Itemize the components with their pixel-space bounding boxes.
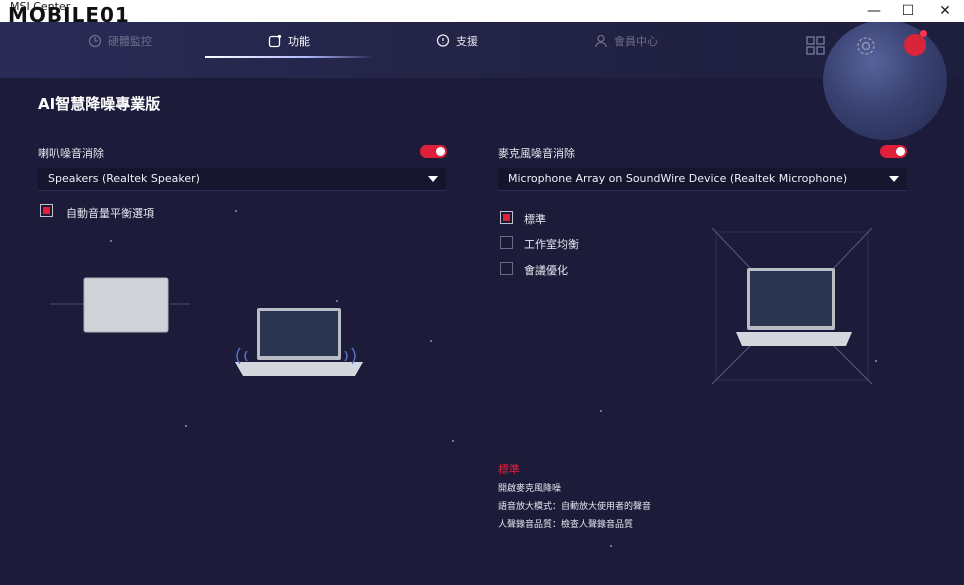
star [336, 300, 338, 302]
speaker-device-select[interactable]: Speakers (Realtek Speaker) [38, 168, 446, 191]
tab-label: 硬體監控 [108, 35, 152, 48]
chevron-down-icon [889, 176, 899, 182]
speaker-noise-toggle[interactable] [420, 145, 447, 158]
tab-label: 支援 [456, 35, 478, 48]
auto-volume-checkbox[interactable] [40, 204, 53, 217]
user-icon [595, 34, 607, 48]
title-bar: MSI Center MOBILE01 — ☐ ✕ [0, 0, 964, 27]
description-line: 語音放大模式：自動放大使用者的聲音 [498, 502, 652, 512]
watermark-logo: MOBILE01 [8, 3, 130, 27]
notification-dot [920, 30, 927, 37]
page-title: AI智慧降噪專業版 [38, 95, 161, 113]
speaker-noise-label: 喇叭噪音消除 [38, 147, 104, 160]
star [610, 545, 612, 547]
maximize-button[interactable]: ☐ [893, 0, 923, 22]
tab-hardware-monitor[interactable]: 硬體監控 [88, 30, 152, 52]
star [875, 360, 877, 362]
description-line: 人聲錄音品質：檢查人聲錄音品質 [498, 520, 634, 530]
mic-noise-label: 麥克風噪音消除 [498, 147, 575, 160]
star [452, 440, 454, 442]
star [235, 210, 237, 212]
active-tab-indicator [205, 56, 375, 58]
speaker-device-value: Speakers (Realtek Speaker) [48, 172, 200, 185]
mic-device-value: Microphone Array on SoundWire Device (Re… [508, 172, 848, 185]
auto-volume-label: 自動音量平衡選項 [66, 207, 154, 220]
star [430, 340, 432, 342]
close-button[interactable]: ✕ [930, 0, 960, 22]
tab-label: 會員中心 [614, 35, 658, 48]
chat-icon [436, 34, 450, 47]
tab-member-center[interactable]: 會員中心 [594, 30, 658, 52]
avatar[interactable] [904, 34, 926, 56]
description-line: 開啟麥克風降噪 [498, 484, 562, 494]
microphone-illustration [712, 228, 872, 384]
speaker-illustration [50, 277, 363, 376]
minimize-button[interactable]: — [859, 0, 889, 22]
features-icon [268, 34, 282, 48]
mode-studio-label: 工作室均衡 [524, 238, 579, 251]
mode-standard-label: 標準 [524, 213, 546, 226]
tab-support[interactable]: 支援 [436, 30, 478, 52]
star [185, 425, 187, 427]
mode-studio-checkbox[interactable] [500, 236, 513, 249]
mode-meeting-checkbox[interactable] [500, 262, 513, 275]
monitor-icon [88, 34, 102, 48]
gear-icon[interactable] [855, 35, 877, 57]
app-window: MSI Center MOBILE01 — ☐ ✕ 硬體監控 功能 支援 會員中… [0, 0, 964, 585]
tab-features[interactable]: 功能 [268, 30, 310, 52]
mic-device-select[interactable]: Microphone Array on SoundWire Device (Re… [498, 168, 907, 191]
planet-decoration [823, 20, 947, 140]
description-title: 標準 [498, 463, 520, 476]
mode-standard-checkbox[interactable] [500, 211, 513, 224]
mic-noise-toggle[interactable] [880, 145, 907, 158]
tab-label: 功能 [288, 35, 310, 48]
grid-icon[interactable] [805, 35, 827, 57]
mode-meeting-label: 會議優化 [524, 264, 568, 277]
chevron-down-icon [428, 176, 438, 182]
star [110, 240, 112, 242]
star [600, 410, 602, 412]
